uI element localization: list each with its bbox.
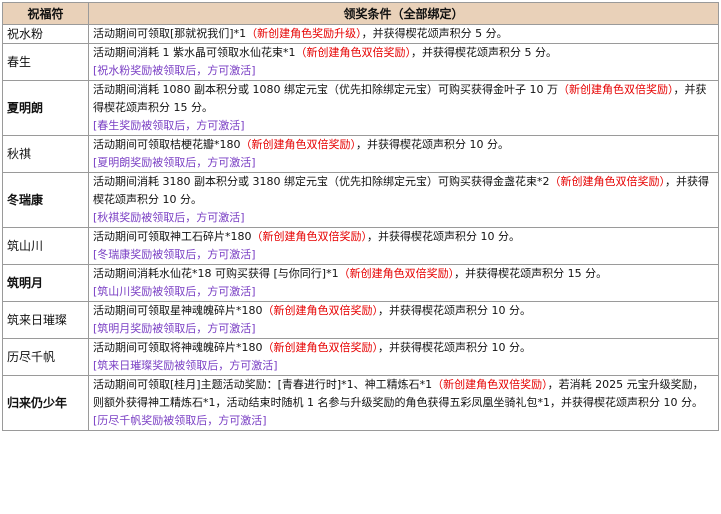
new-character-bonus: （新创建角色双倍奖励） <box>251 230 368 243</box>
condition-main: 活动期间可领取[那就祝我们]*1 <box>93 27 247 40</box>
condition-text: 活动期间可领取[那就祝我们]*1（新创建角色奖励升级），并获得楔花颂声积分 5 … <box>93 25 714 43</box>
activation-note: [祝水粉奖励被领取后，方可激活] <box>93 64 256 77</box>
new-character-bonus: （新创建角色双倍奖励） <box>262 304 379 317</box>
table-header-row: 祝福符 领奖条件（全部绑定） <box>2 2 719 25</box>
page: 祝福符 领奖条件（全部绑定） 祝水粉 活动期间可领取[那就祝我们]*1（新创建角色… <box>0 0 721 514</box>
table-row: 筑山川 活动期间可领取神工石碎片*180（新创建角色双倍奖励），并获得楔花颂声积分… <box>2 227 719 265</box>
reward-table: 祝福符 领奖条件（全部绑定） 祝水粉 活动期间可领取[那就祝我们]*1（新创建角色… <box>2 2 719 431</box>
blessing-name: 夏明朗 <box>2 80 89 136</box>
condition-text: 活动期间消耗 1080 副本积分或 1080 绑定元宝（优先扣除绑定元宝）可购买… <box>93 81 714 117</box>
new-character-bonus: （新创建角色双倍奖励） <box>549 175 665 188</box>
activation-note: [筑明月奖励被领取后，方可激活] <box>93 322 256 335</box>
condition-main: 活动期间消耗 1 紫水晶可领取水仙花束*1 <box>93 46 296 59</box>
blessing-name: 祝水粉 <box>2 24 89 44</box>
blessing-name: 秋祺 <box>2 135 89 173</box>
new-character-bonus: （新创建角色双倍奖励） <box>295 46 412 59</box>
reward-condition: 活动期间可领取星神魂魄碎片*180（新创建角色双倍奖励），并获得楔花颂声积分 1… <box>88 301 719 339</box>
table-body: 祝水粉 活动期间可领取[那就祝我们]*1（新创建角色奖励升级），并获得楔花颂声积分… <box>2 24 719 431</box>
activation-note: [夏明朗奖励被领取后，方可激活] <box>93 156 256 169</box>
condition-main: 活动期间可领取[桂月]主题活动奖励：[青春进行时]*1、神工精炼石*1 <box>93 378 433 391</box>
condition-text: 活动期间消耗水仙花*18 可购买获得 [与你同行]*1（新创建角色双倍奖励），并… <box>93 265 714 283</box>
condition-points: ，并获得楔花颂声积分 10 分。 <box>378 304 531 317</box>
activation-note: [秋祺奖励被领取后，方可激活] <box>93 211 245 224</box>
blessing-name: 筑来日璀璨 <box>2 301 89 339</box>
blessing-name: 筑山川 <box>2 227 89 265</box>
condition-points: ，并获得楔花颂声积分 5 分。 <box>411 46 557 59</box>
blessing-name: 筑明月 <box>2 264 89 302</box>
condition-main: 活动期间可领取将神魂魄碎片*180 <box>93 341 263 354</box>
new-character-bonus: （新创建角色双倍奖励） <box>432 378 548 391</box>
blessing-name: 冬瑞康 <box>2 172 89 228</box>
new-character-bonus: （新创建角色双倍奖励） <box>240 138 357 151</box>
condition-text: 活动期间可领取神工石碎片*180（新创建角色双倍奖励），并获得楔花颂声积分 10… <box>93 228 714 246</box>
activation-note: [春生奖励被领取后，方可激活] <box>93 119 245 132</box>
reward-condition: 活动期间消耗 3180 副本积分或 3180 绑定元宝（优先扣除绑定元宝）可购买… <box>88 172 719 228</box>
condition-text: 活动期间可领取桔梗花瓣*180（新创建角色双倍奖励），并获得楔花颂声积分 10 … <box>93 136 714 154</box>
condition-points: ，并获得楔花颂声积分 5 分。 <box>361 27 508 40</box>
table-row: 筑明月 活动期间消耗水仙花*18 可购买获得 [与你同行]*1（新创建角色双倍奖励… <box>2 264 719 302</box>
activation-note: [冬瑞康奖励被领取后，方可激活] <box>93 248 256 261</box>
condition-text: 活动期间可领取[桂月]主题活动奖励：[青春进行时]*1、神工精炼石*1（新创建角… <box>93 376 714 412</box>
blessing-name: 春生 <box>2 43 89 81</box>
new-character-bonus: （新创建角色双倍奖励） <box>262 341 379 354</box>
table-row: 历尽千帆 活动期间可领取将神魂魄碎片*180（新创建角色双倍奖励），并获得楔花颂声… <box>2 338 719 376</box>
condition-main: 活动期间消耗 1080 副本积分或 1080 绑定元宝（优先扣除绑定元宝）可购买… <box>93 83 558 96</box>
blessing-name: 归来仍少年 <box>2 375 89 431</box>
condition-main: 活动期间消耗 3180 副本积分或 3180 绑定元宝（优先扣除绑定元宝）可购买… <box>93 175 550 188</box>
condition-text: 活动期间可领取将神魂魄碎片*180（新创建角色双倍奖励），并获得楔花颂声积分 1… <box>93 339 714 357</box>
reward-condition: 活动期间可领取[那就祝我们]*1（新创建角色奖励升级），并获得楔花颂声积分 5 … <box>88 24 719 44</box>
activation-note: [历尽千帆奖励被领取后，方可激活] <box>93 414 267 427</box>
activation-note: [筑山川奖励被领取后，方可激活] <box>93 285 256 298</box>
condition-main: 活动期间消耗水仙花*18 可购买获得 [与你同行]*1 <box>93 267 339 280</box>
header-conditions: 领奖条件（全部绑定） <box>88 2 719 25</box>
reward-condition: 活动期间可领取[桂月]主题活动奖励：[青春进行时]*1、神工精炼石*1（新创建角… <box>88 375 719 431</box>
header-blessing: 祝福符 <box>2 2 89 25</box>
condition-points: ，并获得楔花颂声积分 15 分。 <box>454 267 608 280</box>
condition-main: 活动期间可领取神工石碎片*180 <box>93 230 252 243</box>
table-row: 春生 活动期间消耗 1 紫水晶可领取水仙花束*1（新创建角色双倍奖励），并获得楔花… <box>2 43 719 81</box>
new-character-bonus: （新创建角色奖励升级） <box>246 27 362 40</box>
reward-condition: 活动期间消耗 1 紫水晶可领取水仙花束*1（新创建角色双倍奖励），并获得楔花颂声… <box>88 43 719 81</box>
reward-condition: 活动期间可领取桔梗花瓣*180（新创建角色双倍奖励），并获得楔花颂声积分 10 … <box>88 135 719 173</box>
condition-text: 活动期间消耗 1 紫水晶可领取水仙花束*1（新创建角色双倍奖励），并获得楔花颂声… <box>93 44 714 62</box>
activation-note: [筑来日璀璨奖励被领取后，方可激活] <box>93 359 278 372</box>
table-row: 冬瑞康 活动期间消耗 3180 副本积分或 3180 绑定元宝（优先扣除绑定元宝）… <box>2 172 719 228</box>
table-row: 夏明朗 活动期间消耗 1080 副本积分或 1080 绑定元宝（优先扣除绑定元宝）… <box>2 80 719 136</box>
condition-main: 活动期间可领取星神魂魄碎片*180 <box>93 304 263 317</box>
reward-condition: 活动期间消耗 1080 副本积分或 1080 绑定元宝（优先扣除绑定元宝）可购买… <box>88 80 719 136</box>
reward-condition: 活动期间可领取将神魂魄碎片*180（新创建角色双倍奖励），并获得楔花颂声积分 1… <box>88 338 719 376</box>
reward-condition: 活动期间可领取神工石碎片*180（新创建角色双倍奖励），并获得楔花颂声积分 10… <box>88 227 719 265</box>
table-row: 筑来日璀璨 活动期间可领取星神魂魄碎片*180（新创建角色双倍奖励），并获得楔花颂… <box>2 301 719 339</box>
table-row: 秋祺 活动期间可领取桔梗花瓣*180（新创建角色双倍奖励），并获得楔花颂声积分 1… <box>2 135 719 173</box>
condition-points: ，并获得楔花颂声积分 10 分。 <box>367 230 520 243</box>
table-row: 祝水粉 活动期间可领取[那就祝我们]*1（新创建角色奖励升级），并获得楔花颂声积分… <box>2 24 719 44</box>
new-character-bonus: （新创建角色双倍奖励） <box>557 83 674 96</box>
table-row: 归来仍少年 活动期间可领取[桂月]主题活动奖励：[青春进行时]*1、神工精炼石*1… <box>2 375 719 431</box>
blessing-name: 历尽千帆 <box>2 338 89 376</box>
condition-text: 活动期间可领取星神魂魄碎片*180（新创建角色双倍奖励），并获得楔花颂声积分 1… <box>93 302 714 320</box>
condition-main: 活动期间可领取桔梗花瓣*180 <box>93 138 241 151</box>
reward-condition: 活动期间消耗水仙花*18 可购买获得 [与你同行]*1（新创建角色双倍奖励），并… <box>88 264 719 302</box>
condition-text: 活动期间消耗 3180 副本积分或 3180 绑定元宝（优先扣除绑定元宝）可购买… <box>93 173 714 209</box>
new-character-bonus: （新创建角色双倍奖励） <box>338 267 455 280</box>
condition-points: ，并获得楔花颂声积分 10 分。 <box>378 341 531 354</box>
condition-points: ，并获得楔花颂声积分 10 分。 <box>356 138 509 151</box>
